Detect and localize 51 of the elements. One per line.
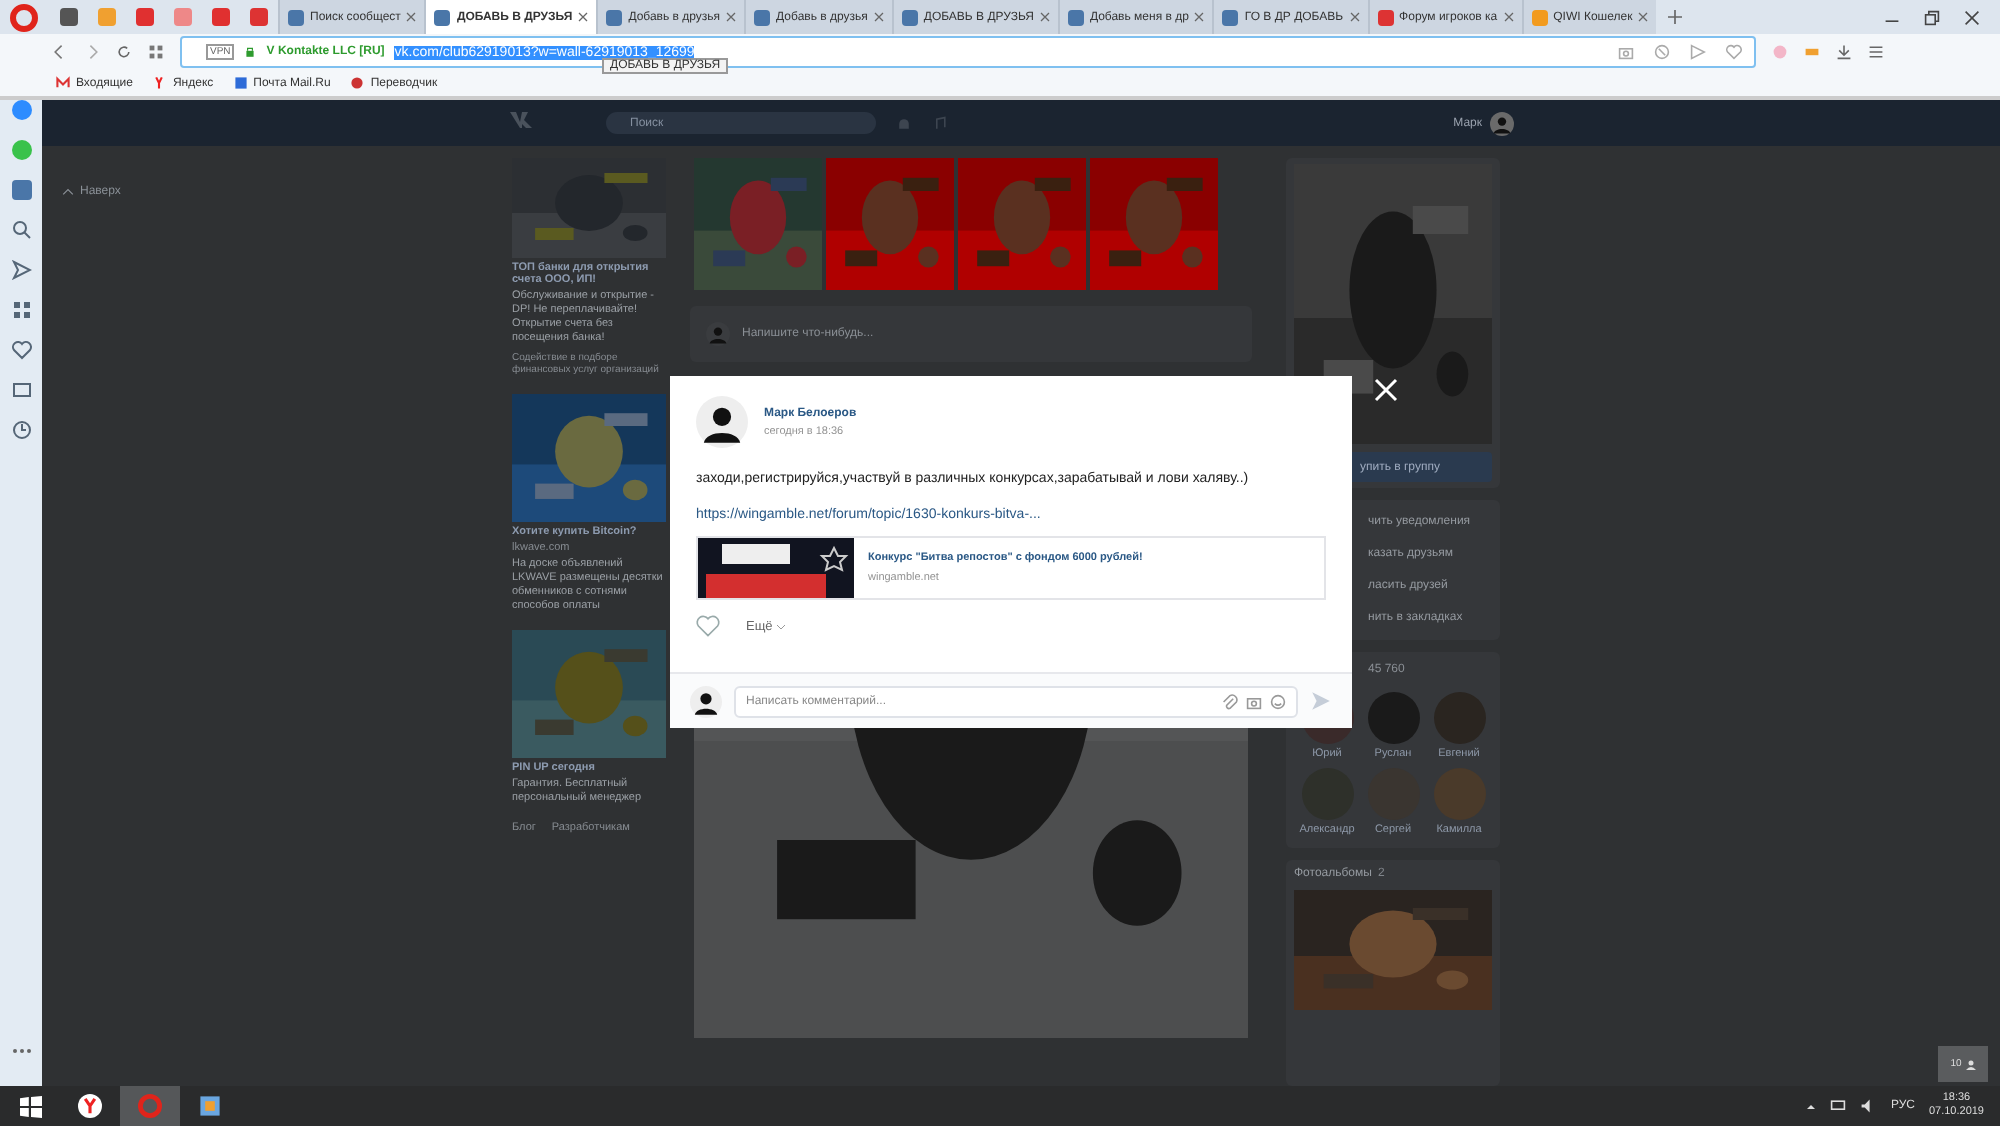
- close-icon[interactable]: [1964, 9, 1980, 25]
- favicon-icon: [434, 9, 451, 25]
- bookmark-icon: [233, 76, 248, 90]
- emoji-icon[interactable]: [1270, 693, 1286, 709]
- menu-icon[interactable]: [1868, 44, 1884, 60]
- heart-icon[interactable]: [11, 340, 31, 360]
- back-icon[interactable]: [52, 44, 68, 60]
- bookmark-icon: [350, 76, 365, 90]
- app-icon: [138, 1094, 162, 1118]
- more-icon[interactable]: [11, 1048, 31, 1054]
- windows-logo-icon: [19, 1095, 41, 1117]
- favicon-icon: [1377, 9, 1394, 25]
- avatar-icon: [706, 322, 730, 346]
- person-icon: [1965, 1059, 1976, 1069]
- camera-icon[interactable]: [1618, 44, 1634, 60]
- favicon-icon: [901, 9, 918, 25]
- search-icon[interactable]: [11, 220, 31, 240]
- restore-icon[interactable]: [1924, 9, 1940, 25]
- bookmark-icon: [152, 76, 167, 90]
- chevron-up-icon: [62, 188, 74, 196]
- pinned-tab-icon[interactable]: [250, 8, 268, 26]
- pinned-tab-icon[interactable]: [60, 8, 78, 26]
- grid-icon[interactable]: [148, 44, 164, 60]
- app-icon: [198, 1094, 222, 1118]
- bookmark-icon: [56, 76, 70, 90]
- forward-icon[interactable]: [84, 44, 100, 60]
- favicon-icon: [1067, 9, 1084, 25]
- camera-icon[interactable]: [1246, 693, 1262, 709]
- reload-icon[interactable]: [116, 44, 132, 60]
- network-icon[interactable]: [1830, 1098, 1847, 1114]
- favicon-icon: [288, 9, 304, 25]
- favicon-icon: [606, 9, 623, 25]
- favicon-icon: [1222, 9, 1239, 25]
- tray-arrow-icon[interactable]: [1806, 1101, 1817, 1111]
- history-icon[interactable]: [11, 420, 31, 440]
- heart-icon[interactable]: [1726, 44, 1742, 60]
- pinned-tab-icon[interactable]: [136, 8, 154, 26]
- lock-icon[interactable]: [244, 46, 257, 58]
- send-icon[interactable]: [11, 260, 31, 280]
- block-icon[interactable]: [1654, 44, 1670, 60]
- vk-icon[interactable]: [11, 180, 31, 200]
- new-tab-icon[interactable]: [1668, 10, 1683, 24]
- download-icon[interactable]: [1836, 44, 1852, 60]
- favicon-icon: [1531, 9, 1548, 25]
- messenger-icon[interactable]: [11, 100, 31, 120]
- send-icon[interactable]: [1690, 44, 1706, 60]
- favicon-icon: [754, 9, 771, 25]
- grid-icon[interactable]: [11, 300, 31, 320]
- avatar-icon: [1490, 111, 1514, 135]
- pinned-tab-icon[interactable]: [212, 8, 230, 26]
- app-icon: [78, 1094, 102, 1118]
